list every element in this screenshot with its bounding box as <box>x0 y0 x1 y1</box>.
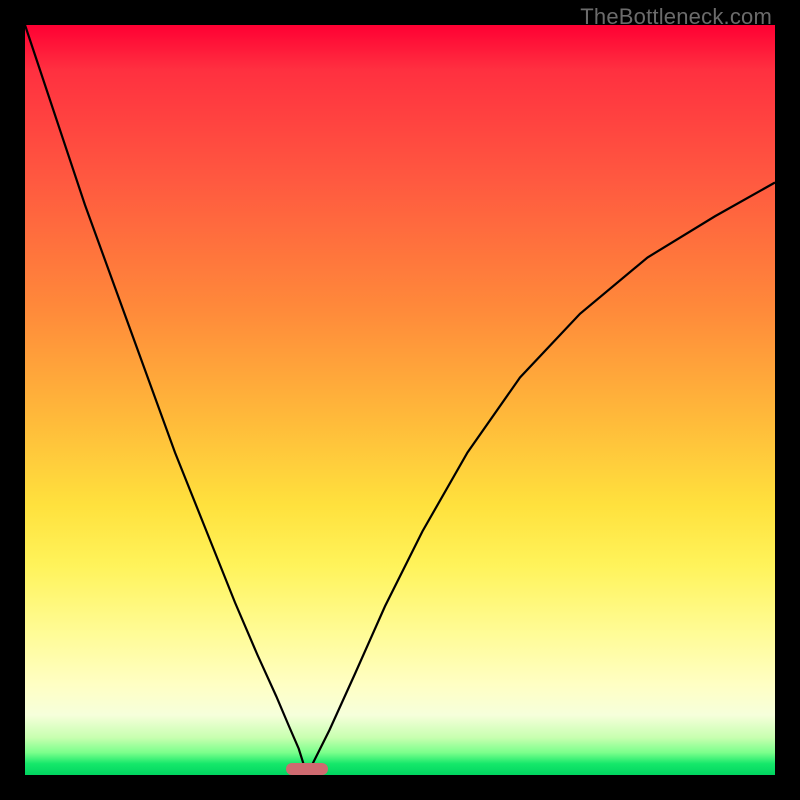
watermark-text: TheBottleneck.com <box>580 4 772 30</box>
chart-frame: TheBottleneck.com <box>0 0 800 800</box>
bottleneck-curve <box>25 25 775 775</box>
curve-right-branch <box>307 183 775 776</box>
bottleneck-marker <box>286 763 328 775</box>
curve-left-branch <box>25 25 307 775</box>
